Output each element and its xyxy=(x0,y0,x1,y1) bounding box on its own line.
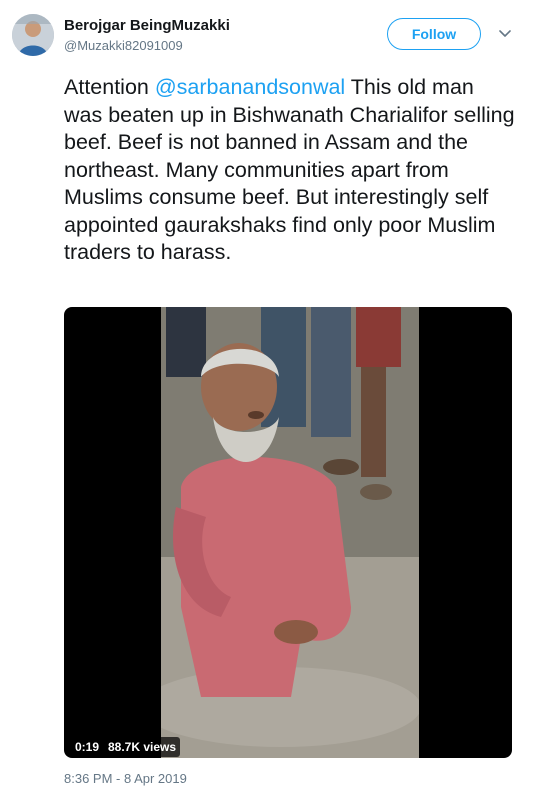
video-views: 88.7K views xyxy=(104,737,181,757)
avatar-image xyxy=(12,14,54,56)
author-handle[interactable]: @Muzakki82091009 xyxy=(64,38,183,53)
chevron-down-icon[interactable] xyxy=(498,26,512,40)
author-name[interactable]: Berojgar BeingMuzakki xyxy=(64,17,230,34)
video-duration: 0:19 xyxy=(71,737,104,757)
follow-button[interactable]: Follow xyxy=(387,18,481,50)
video-player[interactable]: 0:19 88.7K views xyxy=(64,307,512,758)
mention-link[interactable]: @sarbanandsonwal xyxy=(155,75,345,99)
video-frame xyxy=(161,307,419,758)
tweet-text: Attention @sarbanandsonwal This old man … xyxy=(64,74,516,267)
video-thumbnail xyxy=(161,307,419,758)
tweet-text-prefix: Attention xyxy=(64,75,155,99)
avatar[interactable] xyxy=(12,14,54,56)
tweet-text-body: This old man was beaten up in Bishwanath… xyxy=(64,75,515,264)
tweet-timestamp[interactable]: 8:36 PM - 8 Apr 2019 xyxy=(64,771,187,786)
